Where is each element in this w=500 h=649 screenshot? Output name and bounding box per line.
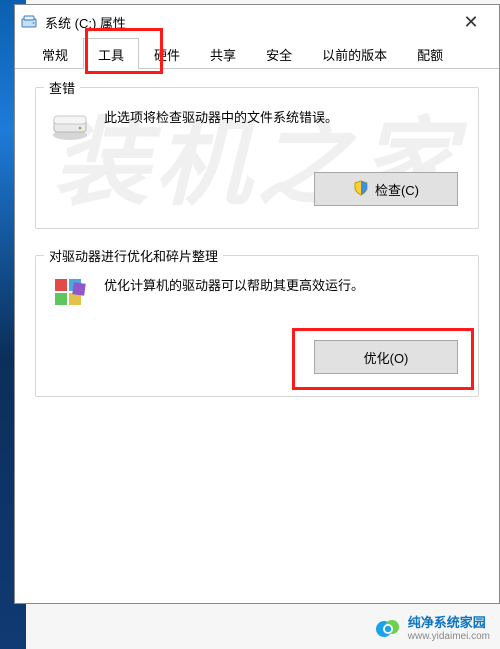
check-button[interactable]: 检查(C) <box>314 172 458 206</box>
footer-logo-icon <box>374 615 402 643</box>
tab-hardware[interactable]: 硬件 <box>139 38 195 69</box>
footer-url: www.yidaimei.com <box>408 631 490 642</box>
titlebar: 系统 (C:) 属性 ✕ <box>15 5 499 39</box>
window-title: 系统 (C:) 属性 <box>45 13 449 32</box>
properties-dialog: 装机之家 系统 (C:) 属性 ✕ 常规 工具 硬件 共享 安全 以前的版本 配… <box>14 4 500 604</box>
tab-general[interactable]: 常规 <box>27 38 83 69</box>
group-error-checking-legend: 查错 <box>44 78 80 97</box>
group-error-checking: 查错 此选项将检查驱动器中的文件系统错误。 <box>35 87 479 229</box>
tab-sharing[interactable]: 共享 <box>195 38 251 69</box>
tab-previous-versions[interactable]: 以前的版本 <box>307 38 402 69</box>
optimize-button-label: 优化(O) <box>364 348 409 367</box>
drive-icon <box>21 15 39 29</box>
group-optimize-legend: 对驱动器进行优化和碎片整理 <box>44 246 223 265</box>
tab-quota[interactable]: 配额 <box>402 38 458 69</box>
footer-title: 纯净系统家园 <box>408 616 486 630</box>
close-icon: ✕ <box>463 12 478 33</box>
check-button-label: 检查(C) <box>375 180 419 199</box>
optimize-button[interactable]: 优化(O) <box>314 340 458 374</box>
page-footer: 纯净系统家园 www.yidaimei.com <box>0 609 500 649</box>
group-optimize: 对驱动器进行优化和碎片整理 优化计算机的驱动器可以帮助其更高效运行。 优化(O) <box>35 255 479 397</box>
drive-check-icon <box>50 106 90 146</box>
optimize-description: 优化计算机的驱动器可以帮助其更高效运行。 <box>104 274 364 297</box>
defrag-icon <box>50 274 90 314</box>
tab-security[interactable]: 安全 <box>251 38 307 69</box>
tab-strip: 常规 工具 硬件 共享 安全 以前的版本 配额 <box>15 39 499 69</box>
error-checking-description: 此选项将检查驱动器中的文件系统错误。 <box>104 106 338 129</box>
shield-icon <box>353 180 369 199</box>
tab-tools[interactable]: 工具 <box>83 38 139 69</box>
tab-content: 查错 此选项将检查驱动器中的文件系统错误。 <box>15 69 499 397</box>
close-button[interactable]: ✕ <box>449 7 493 37</box>
